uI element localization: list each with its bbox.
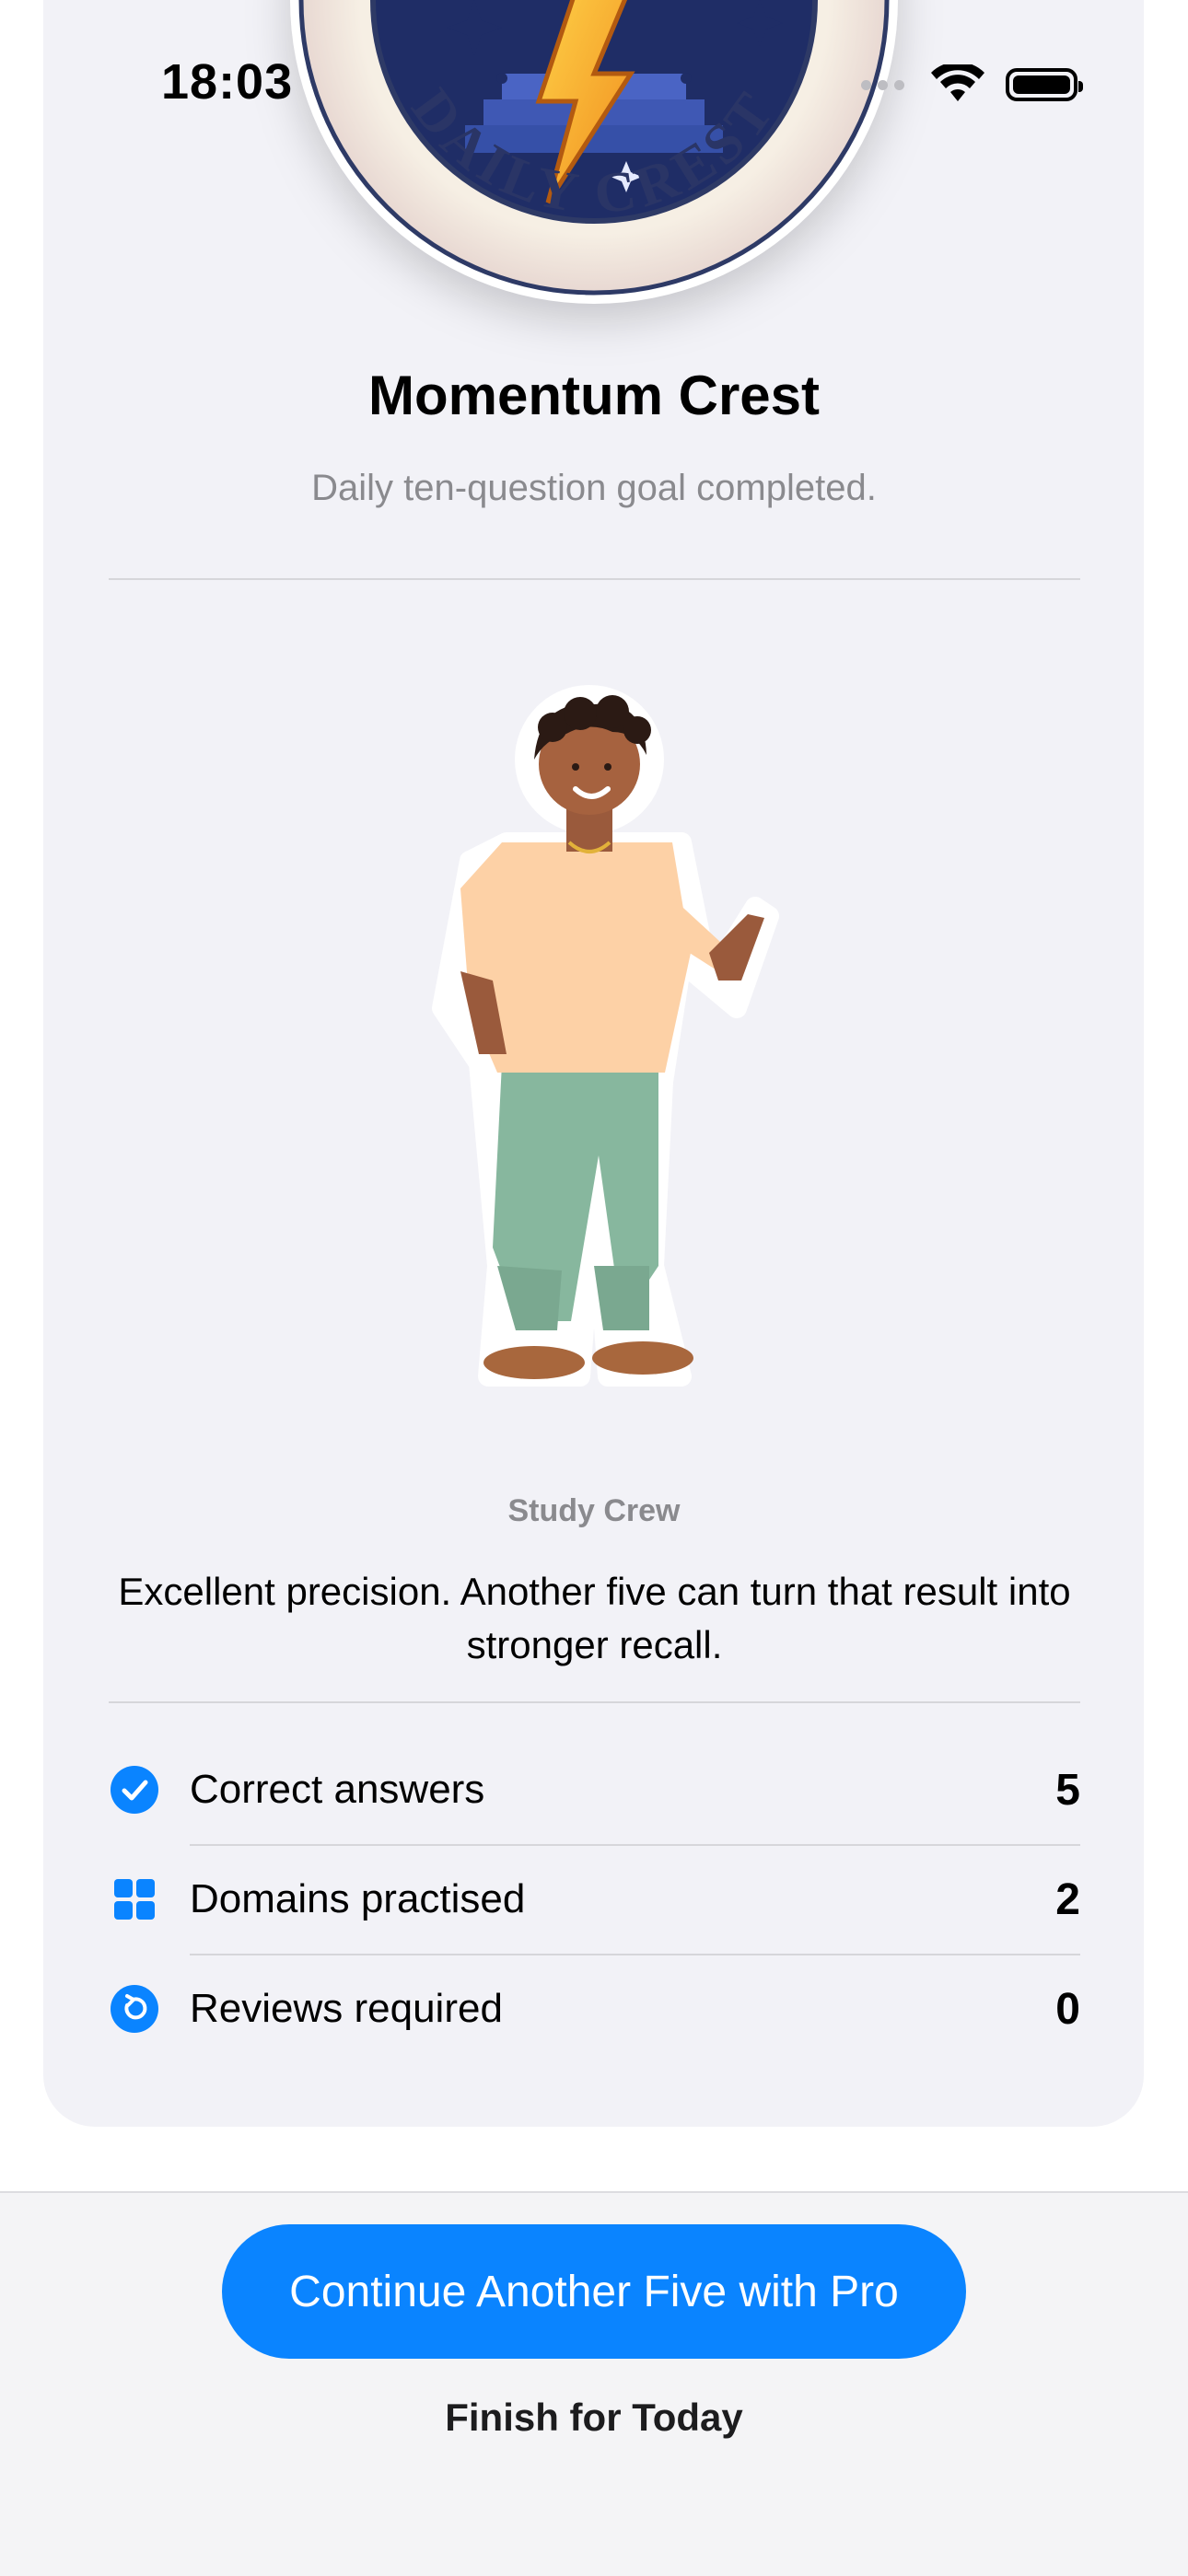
badge-subtitle: Daily ten-question goal completed.	[311, 468, 877, 508]
crew-label: Study Crew	[507, 1493, 681, 1528]
daily-crest-badge: DAILY CREST	[290, 0, 898, 304]
grid-icon	[109, 1874, 160, 1925]
battery-icon	[1006, 68, 1083, 101]
mascot-message: Excellent precision. Another five can tu…	[118, 1570, 1071, 1666]
stat-row-reviews-required: Reviews required 0	[109, 1955, 1080, 2063]
divider	[109, 1701, 1080, 1703]
stat-label: Correct answers	[190, 1767, 485, 1812]
refresh-circle-icon	[109, 1983, 160, 2035]
study-crew-mascot-illustration	[432, 685, 779, 1387]
stat-row-correct-answers: Correct answers 5	[109, 1735, 1080, 1844]
status-time: 18:03	[161, 54, 294, 110]
status-indicators	[861, 64, 1083, 105]
badge-title: Momentum Crest	[367, 365, 821, 426]
stat-value: 0	[1055, 1984, 1080, 2034]
stat-label: Reviews required	[190, 1986, 503, 2031]
bottom-action-bar: Continue Another Five with Pro Finish fo…	[0, 2191, 1188, 2576]
stat-value: 2	[1055, 1874, 1080, 1924]
finish-for-today-button[interactable]: Finish for Today	[0, 2396, 1188, 2440]
divider	[109, 578, 1080, 580]
cellular-signal-icon	[861, 79, 904, 90]
stat-value: 5	[1055, 1765, 1080, 1815]
wifi-icon	[931, 64, 984, 101]
stat-row-domains-practised: Domains practised 2	[109, 1845, 1080, 1954]
continue-with-pro-button[interactable]: Continue Another Five with Pro	[222, 2224, 966, 2359]
stat-label: Domains practised	[190, 1876, 526, 1921]
checkmark-circle-icon	[109, 1764, 160, 1816]
